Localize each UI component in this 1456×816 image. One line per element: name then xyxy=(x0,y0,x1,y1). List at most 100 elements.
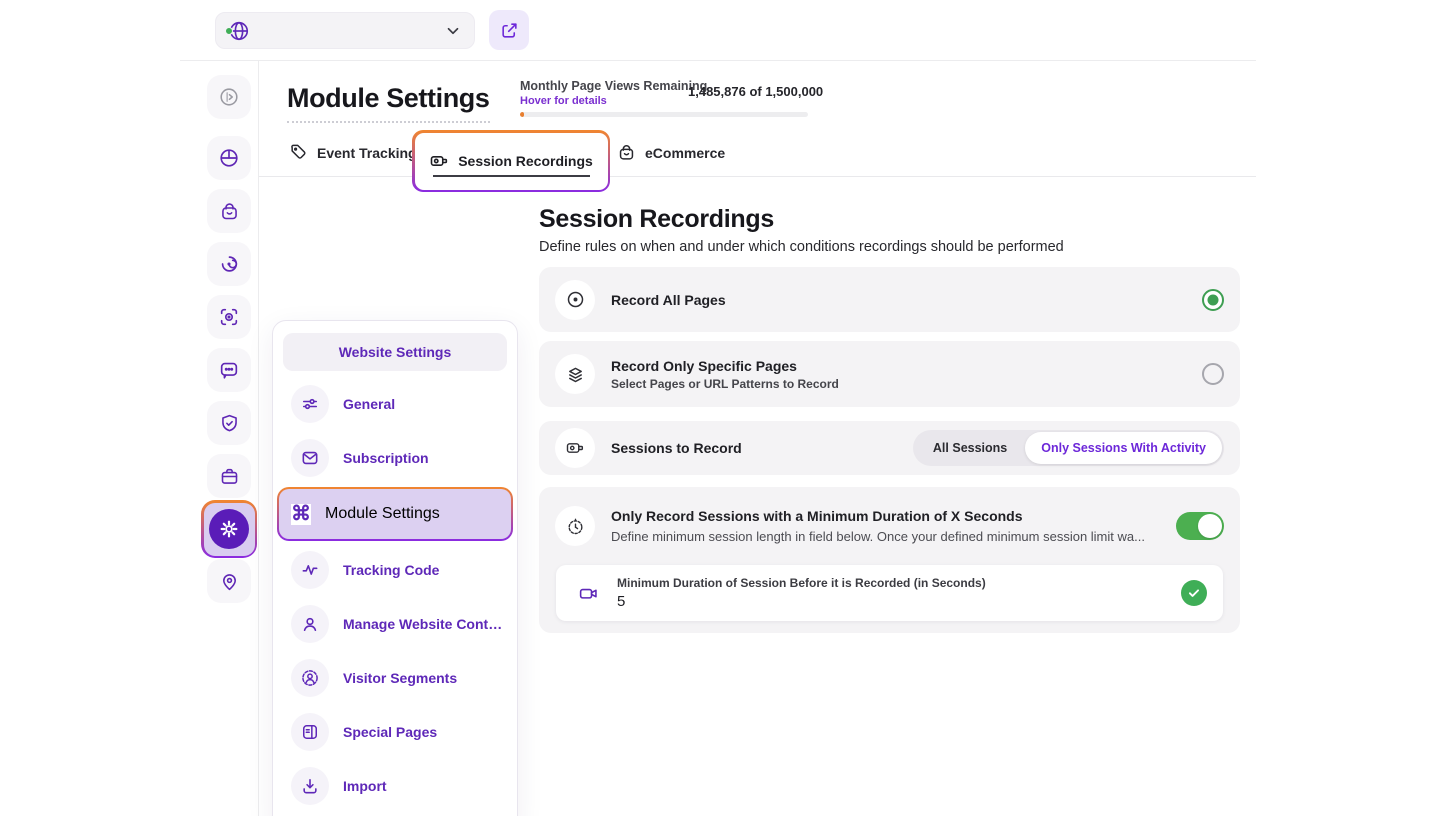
tab-label: Event Tracking xyxy=(317,145,417,161)
tab-ecommerce[interactable]: eCommerce xyxy=(617,143,725,162)
sidebar-item-tracking-code[interactable]: Tracking Code xyxy=(273,543,517,597)
sidebar-item-module-settings[interactable]: ⌘ Module Settings xyxy=(277,487,513,541)
section-title: Session Recordings xyxy=(539,205,774,234)
record-specific-pages-row[interactable]: Record Only Specific Pages Select Pages … xyxy=(539,341,1240,407)
external-link-icon xyxy=(500,21,519,40)
quota-progress-fill xyxy=(520,112,524,117)
chat-bubble-icon xyxy=(218,359,240,381)
rail-item-focus[interactable] xyxy=(207,295,251,339)
tag-icon xyxy=(289,143,308,162)
field-label: Minimum Duration of Session Before it is… xyxy=(617,576,986,590)
row-title: Record Only Specific Pages xyxy=(611,358,839,374)
row-subtitle: Select Pages or URL Patterns to Record xyxy=(611,377,839,391)
min-duration-field[interactable]: Minimum Duration of Session Before it is… xyxy=(556,565,1223,621)
quota-progress-bar xyxy=(520,112,808,117)
rail-item-business[interactable] xyxy=(207,454,251,498)
user-circle-icon xyxy=(291,659,329,697)
user-icon xyxy=(291,605,329,643)
location-pin-icon xyxy=(219,571,240,592)
sidebar-item-label: Special Pages xyxy=(343,724,437,740)
tab-label: eCommerce xyxy=(645,145,725,161)
rail-item-dashboard[interactable] xyxy=(207,136,251,180)
sidebar-item-label: General xyxy=(343,396,395,412)
pie-chart-icon xyxy=(218,147,240,169)
website-selector-dropdown[interactable] xyxy=(215,12,475,49)
sidebar-item-subscription[interactable]: Subscription xyxy=(273,431,517,485)
settings-sidebar-title: Website Settings xyxy=(283,333,507,371)
quota-value: 1,485,876 of 1,500,000 xyxy=(688,84,823,99)
min-duration-toggle[interactable] xyxy=(1176,512,1224,540)
command-icon: ⌘ xyxy=(291,504,311,525)
row-title: Sessions to Record xyxy=(611,440,742,456)
field-value[interactable]: 5 xyxy=(617,593,986,610)
sidebar-item-label: Manage Website Contribut... xyxy=(343,616,507,632)
sessions-to-record-row: Sessions to Record All Sessions Only Ses… xyxy=(539,421,1240,475)
section-subtitle: Define rules on when and under which con… xyxy=(539,239,1064,255)
layers-icon xyxy=(555,354,595,394)
app-window: Module Settings Monthly Page Views Remai… xyxy=(0,0,1456,816)
timer-icon xyxy=(555,506,595,546)
rail-item-feedback[interactable] xyxy=(207,348,251,392)
record-specific-pages-radio[interactable] xyxy=(1202,363,1224,385)
rail-item-recordings[interactable] xyxy=(207,242,251,286)
record-all-pages-row[interactable]: Record All Pages xyxy=(539,267,1240,332)
open-in-new-button[interactable] xyxy=(489,10,529,50)
globe-icon xyxy=(228,20,250,42)
sliders-icon xyxy=(291,385,329,423)
active-tab-underline xyxy=(433,175,590,177)
tab-session-recordings[interactable]: Session Recordings xyxy=(415,133,608,190)
min-duration-section: Only Record Sessions with a Minimum Dura… xyxy=(539,487,1240,633)
rail-item-settings[interactable] xyxy=(201,500,257,558)
segment-only-sessions-with-activity[interactable]: Only Sessions With Activity xyxy=(1025,432,1222,464)
sidebar-item-label: Module Settings xyxy=(325,505,440,523)
settings-sidebar: Website Settings General Subscription ⌘ xyxy=(272,320,518,816)
envelope-icon xyxy=(291,439,329,477)
camcorder-icon xyxy=(555,428,595,468)
pulse-icon xyxy=(291,551,329,589)
briefcase-icon xyxy=(219,466,240,487)
sidebar-item-general[interactable]: General xyxy=(273,377,517,431)
sidebar-item-special-pages[interactable]: Special Pages xyxy=(273,705,517,759)
gear-icon xyxy=(218,518,240,540)
row-subtitle: Define minimum session length in field b… xyxy=(611,529,1145,544)
sidebar-collapse-button[interactable] xyxy=(207,75,251,119)
rail-item-locations[interactable] xyxy=(207,559,251,603)
quota-hover-link[interactable]: Hover for details xyxy=(520,95,607,107)
row-title: Record All Pages xyxy=(611,292,726,308)
row-title: Only Record Sessions with a Minimum Dura… xyxy=(611,508,1145,524)
rail-item-ecommerce[interactable] xyxy=(207,189,251,233)
tab-session-recordings-highlight: Session Recordings xyxy=(412,130,610,192)
record-all-pages-radio[interactable] xyxy=(1202,289,1224,311)
status-dot-icon xyxy=(225,27,233,35)
sidebar-item-visitor-segments[interactable]: Visitor Segments xyxy=(273,651,517,705)
tabs-divider xyxy=(259,176,1256,177)
tab-label: Session Recordings xyxy=(458,153,593,169)
sidebar-item-label: Subscription xyxy=(343,450,429,466)
rail-divider xyxy=(258,60,259,816)
shopping-bag-icon xyxy=(617,143,636,162)
spiral-icon xyxy=(218,253,240,275)
sidebar-item-manage-contributors[interactable]: Manage Website Contribut... xyxy=(273,597,517,651)
page-title: Module Settings xyxy=(287,83,490,123)
import-icon xyxy=(291,767,329,805)
segment-all-sessions[interactable]: All Sessions xyxy=(915,441,1025,455)
sidebar-item-label: Visitor Segments xyxy=(343,670,457,686)
sidebar-item-import[interactable]: Import xyxy=(273,759,517,813)
collapse-arrow-icon xyxy=(218,86,240,108)
rail-item-privacy[interactable] xyxy=(207,401,251,445)
book-icon xyxy=(291,713,329,751)
sidebar-item-label: Import xyxy=(343,778,387,794)
shopping-bag-icon xyxy=(219,201,240,222)
quota-label: Monthly Page Views Remaining xyxy=(520,79,707,93)
chevron-down-icon xyxy=(444,22,462,40)
sidebar-item-label: Tracking Code xyxy=(343,562,439,578)
topbar-divider xyxy=(180,60,1256,61)
video-camera-icon xyxy=(578,583,599,604)
sessions-segmented-control: All Sessions Only Sessions With Activity xyxy=(913,430,1224,466)
record-target-icon xyxy=(555,280,595,320)
focus-frame-icon xyxy=(218,306,240,328)
check-icon xyxy=(1181,580,1207,606)
shield-check-icon xyxy=(219,413,240,434)
camcorder-icon xyxy=(429,151,449,171)
tab-event-tracking[interactable]: Event Tracking xyxy=(289,143,417,162)
